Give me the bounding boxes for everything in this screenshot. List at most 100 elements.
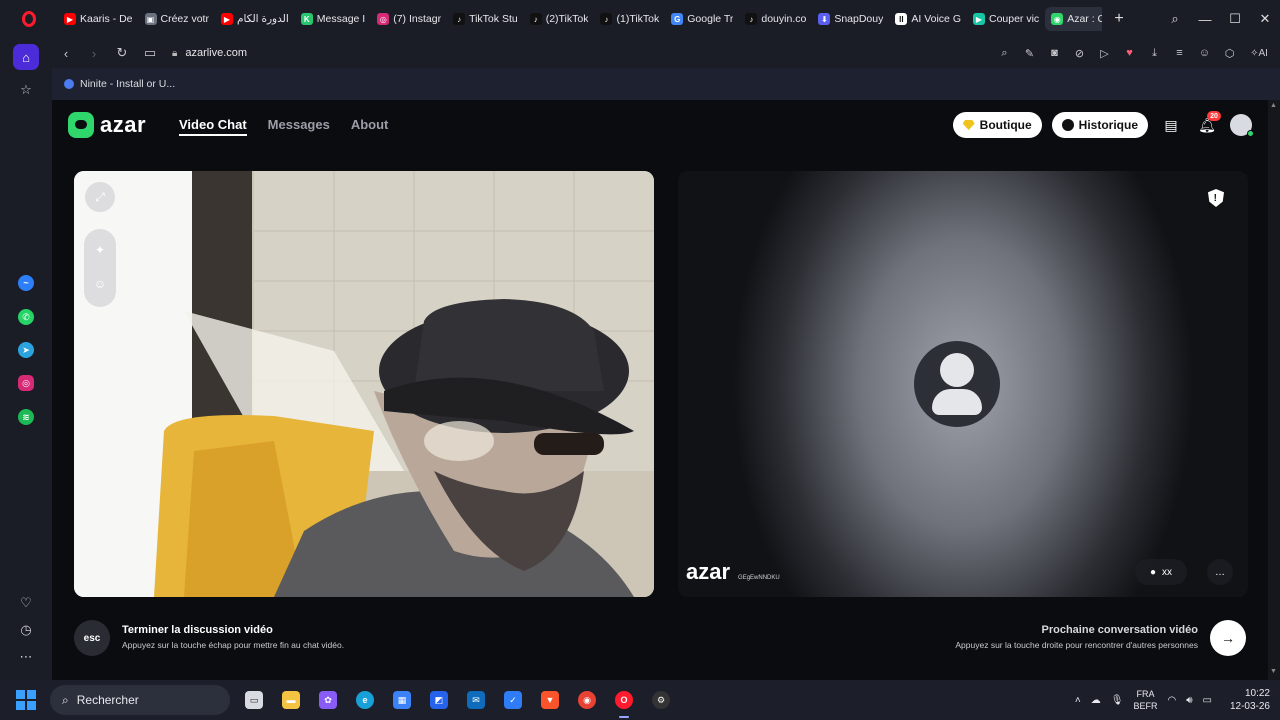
store-icon[interactable]: ▦	[388, 686, 416, 714]
windows-start-icon[interactable]	[16, 690, 36, 710]
easy-setup-icon[interactable]: ▭	[136, 39, 164, 67]
browser-tab[interactable]: ⬇ SnapDouy	[812, 7, 889, 31]
notifications-bell-icon[interactable]: 🔔︎ 20	[1194, 111, 1221, 138]
file-explorer-icon[interactable]: ▬	[277, 686, 305, 714]
browser-tab[interactable]: G Google Tr	[665, 7, 739, 31]
task-view-icon[interactable]: ▭	[240, 686, 268, 714]
edge-icon[interactable]: e	[351, 686, 379, 714]
whatsapp-icon[interactable]: ✆	[13, 304, 39, 330]
nav-messages[interactable]: Messages	[268, 117, 330, 136]
home-icon[interactable]: ⌂	[13, 44, 39, 70]
lens-icon[interactable]: ⌕	[992, 39, 1017, 67]
back-button[interactable]: ‹	[52, 39, 80, 67]
profile-icon[interactable]: ☺	[1192, 39, 1217, 67]
microphone-icon[interactable]: 🎙︎	[1111, 695, 1124, 706]
partner-status: xx	[1162, 566, 1173, 578]
app-blue-icon[interactable]: ◩	[425, 686, 453, 714]
historique-button[interactable]: Historique	[1051, 112, 1148, 138]
onedrive-icon[interactable]: ☁	[1091, 695, 1101, 706]
inbox-icon[interactable]: ▤	[1158, 112, 1184, 138]
volume-icon[interactable]: 🔊︎	[1186, 695, 1192, 706]
browser-tab[interactable]: ♪ TikTok Stu	[447, 7, 524, 31]
browser-tab[interactable]: ◉Azar : Chat Vid	[1045, 7, 1102, 31]
reload-button[interactable]: ↻	[108, 39, 136, 67]
browser-tab[interactable]: ♪ (2)TikTok	[524, 7, 595, 31]
clock-time: 10:22	[1244, 688, 1270, 699]
history-icon[interactable]: ◷	[13, 617, 39, 643]
boutique-label: Boutique	[979, 118, 1032, 132]
browser-tab[interactable]: ♪ (1)TikTok	[594, 7, 665, 31]
download-icon[interactable]: ⤓	[1142, 39, 1167, 67]
browser-tab[interactable]: ▣ Créez votr	[139, 7, 215, 31]
wifi-icon[interactable]: ◠	[1167, 695, 1176, 706]
spotify-icon[interactable]: ≋	[13, 404, 39, 430]
new-tab-button[interactable]: +	[1108, 8, 1130, 30]
copilot-icon[interactable]: ✿	[314, 686, 342, 714]
menu-icon[interactable]: ≡	[1167, 39, 1192, 67]
browser-tab[interactable]: ◎ (7) Instagr	[371, 7, 447, 31]
browser-tab[interactable]: ▶ Couper vic	[967, 7, 1045, 31]
tab-title: Google Tr	[687, 13, 734, 25]
close-window-button[interactable]: ✕	[1250, 0, 1280, 38]
magic-wand-icon[interactable]: ✦	[84, 243, 116, 257]
browser-tab[interactable]: ♪ douyin.co	[739, 7, 812, 31]
favorites-heart-icon[interactable]: ♡	[13, 590, 39, 616]
battery-icon[interactable]: ▭	[1203, 695, 1212, 706]
azar-logo[interactable]: azar	[68, 112, 146, 138]
expand-icon[interactable]: ⤢	[85, 182, 115, 212]
messenger-icon[interactable]: ~	[13, 270, 39, 296]
search-tabs-icon[interactable]: ⌕	[1160, 0, 1190, 38]
chat-bubble-icon[interactable]: …	[1207, 559, 1233, 585]
bookmark-ninite[interactable]: Ninite - Install or U...	[64, 78, 175, 90]
brave-icon[interactable]: ▼	[536, 686, 564, 714]
browser-tab[interactable]: II AI Voice G	[889, 7, 967, 31]
telegram-icon[interactable]: ➤	[13, 337, 39, 363]
clock-icon	[1061, 119, 1074, 131]
opera-taskbar-icon[interactable]: O	[610, 686, 638, 718]
speed-dial-star-icon[interactable]: ☆	[13, 77, 39, 103]
tab-favicon-icon: ♪	[745, 13, 758, 25]
boutique-button[interactable]: Boutique	[952, 112, 1042, 138]
instagram-icon[interactable]: ◎	[13, 370, 39, 396]
camera-icon[interactable]: ◙	[1042, 39, 1067, 67]
edit-icon[interactable]: ✎	[1017, 39, 1042, 67]
taskbar-clock[interactable]: 10:22 12-03-26	[1230, 687, 1270, 713]
browser-tab[interactable]: ▶ Kaaris - De	[58, 7, 139, 31]
browser-tab[interactable]: ▶ الدورة الكام	[215, 7, 295, 31]
profile-avatar[interactable]	[1230, 114, 1254, 137]
outlook-icon[interactable]: ✉	[462, 686, 490, 714]
tab-title: Message I	[316, 13, 366, 25]
tab-favicon-icon: ⬇	[818, 13, 831, 25]
opera-gx-icon[interactable]: ⚙	[647, 686, 675, 714]
opera-menu-button[interactable]	[0, 0, 58, 38]
extensions-icon[interactable]: ⬡	[1217, 39, 1242, 67]
nav-about[interactable]: About	[351, 117, 389, 136]
forward-button[interactable]: ›	[80, 39, 108, 67]
aria-ai-button[interactable]: ✧AI	[1242, 39, 1276, 67]
play-icon[interactable]: ▷	[1092, 39, 1117, 67]
search-icon: ⌕	[62, 692, 69, 707]
maximize-button[interactable]: ☐	[1220, 0, 1250, 38]
tab-title: (1)TikTok	[616, 13, 660, 25]
todo-icon[interactable]: ✓	[499, 686, 527, 714]
taskbar-search[interactable]: ⌕ Rechercher	[50, 685, 230, 715]
window-controls: ⌕ — ☐ ✕	[1160, 0, 1280, 38]
browser-tab[interactable]: K Message I	[295, 7, 371, 31]
chevron-up-icon[interactable]: ˄	[1075, 695, 1081, 706]
esc-key-button[interactable]: esc	[74, 620, 110, 656]
adblock-icon[interactable]: ⊘	[1067, 39, 1092, 67]
page-scrollbar[interactable]: ▲ ▼	[1268, 100, 1280, 680]
language-indicator[interactable]: FRA BEFR	[1133, 688, 1157, 712]
minimize-button[interactable]: —	[1190, 0, 1220, 38]
sticker-icon[interactable]: ☺	[84, 277, 116, 291]
search-placeholder: Rechercher	[76, 693, 139, 707]
nav-video-chat[interactable]: Video Chat	[179, 117, 247, 136]
site-nav: Video Chat Messages About	[179, 117, 388, 136]
partner-info-button[interactable]: ● xx	[1135, 559, 1187, 585]
heart-icon[interactable]: ♥	[1117, 39, 1142, 67]
chrome-icon[interactable]: ◉	[573, 686, 601, 714]
url-field[interactable]: 🔒︎ azarlive.com	[172, 47, 992, 59]
next-arrow-button[interactable]: →	[1210, 620, 1246, 656]
tab-title: SnapDouy	[834, 13, 884, 25]
more-icon[interactable]: ⋯	[13, 644, 39, 670]
